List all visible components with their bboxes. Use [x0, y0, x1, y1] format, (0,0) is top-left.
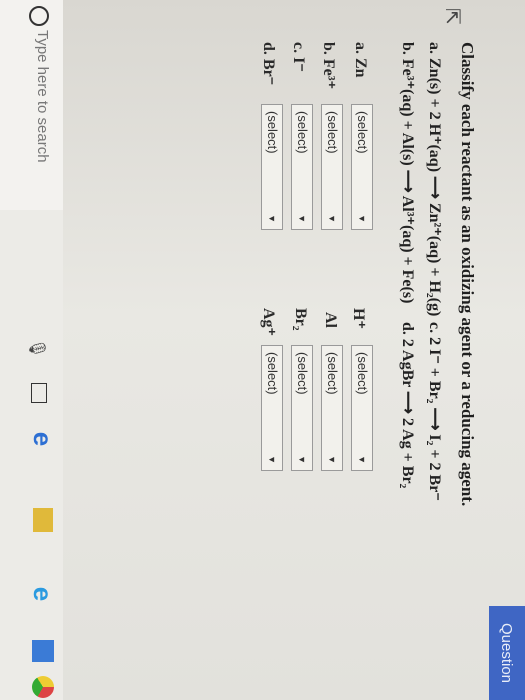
search-icon: [29, 6, 49, 26]
reactant-label: Ag⁺: [260, 308, 277, 336]
select-value: (select): [265, 352, 280, 395]
store-icon[interactable]: [32, 640, 54, 662]
reactant-select[interactable]: (select) ▼: [321, 104, 343, 230]
question-prompt: Classify each reactant as an oxidizing a…: [458, 42, 477, 507]
reactant-select[interactable]: (select) ▼: [261, 104, 283, 230]
taskbar: Type here to search 🎙 e e: [0, 0, 63, 700]
reactant-select[interactable]: (select) ▼: [261, 345, 283, 471]
reactant-select[interactable]: (select) ▼: [321, 345, 343, 471]
reactant-label: H⁺: [350, 308, 367, 329]
chevron-down-icon: ▼: [327, 214, 337, 223]
select-value: (select): [295, 111, 310, 154]
reactant-label: b. Fe³⁺: [320, 42, 337, 90]
reactant-select[interactable]: (select) ▼: [291, 104, 313, 230]
reactant-select[interactable]: (select) ▼: [351, 345, 373, 471]
select-value: (select): [295, 352, 310, 395]
reactant-select[interactable]: (select) ▼: [351, 104, 373, 230]
reactant-label: c. I⁻: [290, 42, 307, 72]
select-value: (select): [325, 111, 340, 154]
reactant-select[interactable]: (select) ▼: [291, 345, 313, 471]
reactant-label: Br₂: [292, 308, 309, 331]
question-tab[interactable]: Question: [489, 606, 525, 700]
classification-row: d. Br⁻ (select) ▼ Ag⁺ (select) ▼: [257, 42, 285, 662]
microphone-icon[interactable]: 🎙: [27, 338, 47, 358]
taskbar-search-box[interactable]: Type here to search: [0, 0, 63, 210]
equation-a: a. Zn(s) + 2 H⁺(aq) ⟶ Zn²⁺(aq) + H₂(g): [426, 42, 443, 317]
select-value: (select): [355, 111, 370, 154]
chevron-down-icon: ▼: [267, 455, 277, 464]
cursor-icon: ⇱: [441, 8, 463, 25]
classification-row: c. I⁻ (select) ▼ Br₂ (select) ▼: [287, 42, 315, 662]
chevron-down-icon: ▼: [267, 214, 277, 223]
chevron-down-icon: ▼: [357, 455, 367, 464]
reactant-label: a. Zn: [352, 42, 369, 78]
chrome-icon[interactable]: [32, 676, 54, 698]
select-value: (select): [355, 352, 370, 395]
edge-icon[interactable]: e: [29, 425, 59, 453]
chevron-down-icon: ▼: [327, 455, 337, 464]
equation-c: c. 2 I⁻ + Br₂ ⟶ I₂ + 2 Br⁻: [426, 322, 443, 501]
classification-row: b. Fe³⁺ (select) ▼ Al (select) ▼: [317, 42, 345, 662]
file-explorer-icon[interactable]: [33, 508, 53, 532]
chevron-down-icon: ▼: [297, 455, 307, 464]
equation-d: d. 2 AgBr ⟶ 2 Ag + Br₂: [399, 322, 416, 489]
question-panel: Question ⇱ Classify each reactant as an …: [63, 0, 525, 700]
photo-stage: Question ⇱ Classify each reactant as an …: [0, 0, 525, 700]
classification-row: a. Zn (select) ▼ H⁺ (select) ▼: [347, 42, 375, 662]
chevron-down-icon: ▼: [297, 214, 307, 223]
equation-b: b. Fe³⁺(aq) + Al(s) ⟶ Al³⁺(aq) + Fe(s): [399, 42, 416, 304]
reactant-label: Al: [322, 312, 339, 328]
search-placeholder: Type here to search: [34, 30, 51, 163]
chevron-down-icon: ▼: [357, 214, 367, 223]
select-value: (select): [325, 352, 340, 395]
internet-explorer-icon[interactable]: e: [29, 580, 59, 608]
task-view-icon[interactable]: [31, 383, 47, 403]
reactant-label: d. Br⁻: [260, 42, 277, 86]
select-value: (select): [265, 111, 280, 154]
